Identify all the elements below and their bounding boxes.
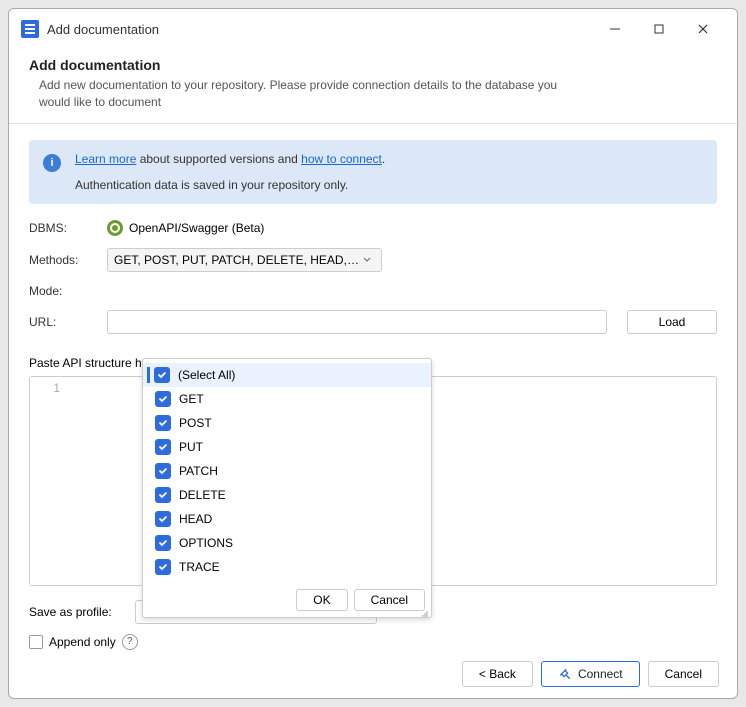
popup-item[interactable]: PATCH <box>143 459 431 483</box>
resize-handle-icon[interactable] <box>419 605 429 615</box>
back-button[interactable]: < Back <box>462 661 533 687</box>
dialog-window: Add documentation Add documentation Add … <box>8 8 738 699</box>
popup-cancel-button[interactable]: Cancel <box>354 589 425 611</box>
footer: < Back Connect Cancel <box>9 650 737 698</box>
checkmark-icon <box>155 487 171 503</box>
chevron-down-icon <box>359 252 375 268</box>
popup-item-label: PATCH <box>179 464 218 478</box>
methods-dropdown[interactable]: GET, POST, PUT, PATCH, DELETE, HEAD, OPT… <box>107 248 382 272</box>
url-label: URL: <box>29 315 107 329</box>
load-button[interactable]: Load <box>627 310 717 334</box>
mode-label: Mode: <box>29 284 107 298</box>
header-subtitle: Add new documentation to your repository… <box>29 77 589 111</box>
checkmark-icon <box>155 439 171 455</box>
popup-item-label: (Select All) <box>178 368 235 382</box>
learn-more-link[interactable]: Learn more <box>75 152 136 166</box>
window-controls <box>593 13 725 45</box>
popup-item[interactable]: PUT <box>143 435 431 459</box>
popup-item-label: TRACE <box>179 560 220 574</box>
info-text-1: about supported versions and <box>136 152 301 166</box>
popup-ok-button[interactable]: OK <box>296 589 347 611</box>
popup-item[interactable]: POST <box>143 411 431 435</box>
window-title: Add documentation <box>47 22 159 37</box>
append-only-label: Append only <box>49 635 116 649</box>
popup-item-label: POST <box>179 416 212 430</box>
maximize-button[interactable] <box>637 13 681 45</box>
methods-dropdown-text: GET, POST, PUT, PATCH, DELETE, HEAD, OPT… <box>114 253 359 267</box>
popup-item[interactable]: GET <box>143 387 431 411</box>
swagger-icon <box>107 220 123 236</box>
popup-item-label: DELETE <box>179 488 226 502</box>
popup-item[interactable]: DELETE <box>143 483 431 507</box>
connect-button[interactable]: Connect <box>541 661 640 687</box>
connect-button-label: Connect <box>578 667 623 681</box>
url-input[interactable] <box>107 310 607 334</box>
popup-item[interactable]: OPTIONS <box>143 531 431 555</box>
header-title: Add documentation <box>29 57 717 73</box>
popup-item-label: PUT <box>179 440 203 454</box>
popup-item[interactable]: (Select All) <box>143 363 431 387</box>
append-only-checkbox[interactable] <box>29 635 43 649</box>
checkmark-icon <box>155 463 171 479</box>
info-box: i Learn more about supported versions an… <box>29 140 717 204</box>
popup-item-label: GET <box>179 392 204 406</box>
dbms-label: DBMS: <box>29 221 107 235</box>
checkmark-icon <box>155 559 171 575</box>
close-button[interactable] <box>681 13 725 45</box>
plug-icon <box>558 667 572 681</box>
help-icon[interactable]: ? <box>122 634 138 650</box>
checkmark-icon <box>154 367 170 383</box>
header: Add documentation Add new documentation … <box>9 49 737 124</box>
methods-popup: (Select All) GET POST PUT PATCH DELETE HEAD OPT… <box>142 358 432 618</box>
info-icon: i <box>43 154 61 172</box>
checkmark-icon <box>155 415 171 431</box>
save-as-profile-label: Save as profile: <box>29 605 125 619</box>
popup-item[interactable]: TRACE <box>143 555 431 579</box>
minimize-button[interactable] <box>593 13 637 45</box>
popup-item-label: OPTIONS <box>179 536 233 550</box>
info-text-3: Authentication data is saved in your rep… <box>75 178 385 192</box>
methods-label: Methods: <box>29 253 107 267</box>
checkmark-icon <box>155 535 171 551</box>
checkmark-icon <box>155 391 171 407</box>
content: i Learn more about supported versions an… <box>9 124 737 666</box>
line-number: 1 <box>30 377 66 585</box>
popup-item[interactable]: HEAD <box>143 507 431 531</box>
checkmark-icon <box>155 511 171 527</box>
app-icon <box>21 20 39 38</box>
cancel-button[interactable]: Cancel <box>648 661 719 687</box>
info-text-2: . <box>382 152 385 166</box>
how-to-connect-link[interactable]: how to connect <box>301 152 382 166</box>
dbms-value: OpenAPI/Swagger (Beta) <box>129 221 264 235</box>
titlebar: Add documentation <box>9 9 737 49</box>
popup-item-label: HEAD <box>179 512 212 526</box>
